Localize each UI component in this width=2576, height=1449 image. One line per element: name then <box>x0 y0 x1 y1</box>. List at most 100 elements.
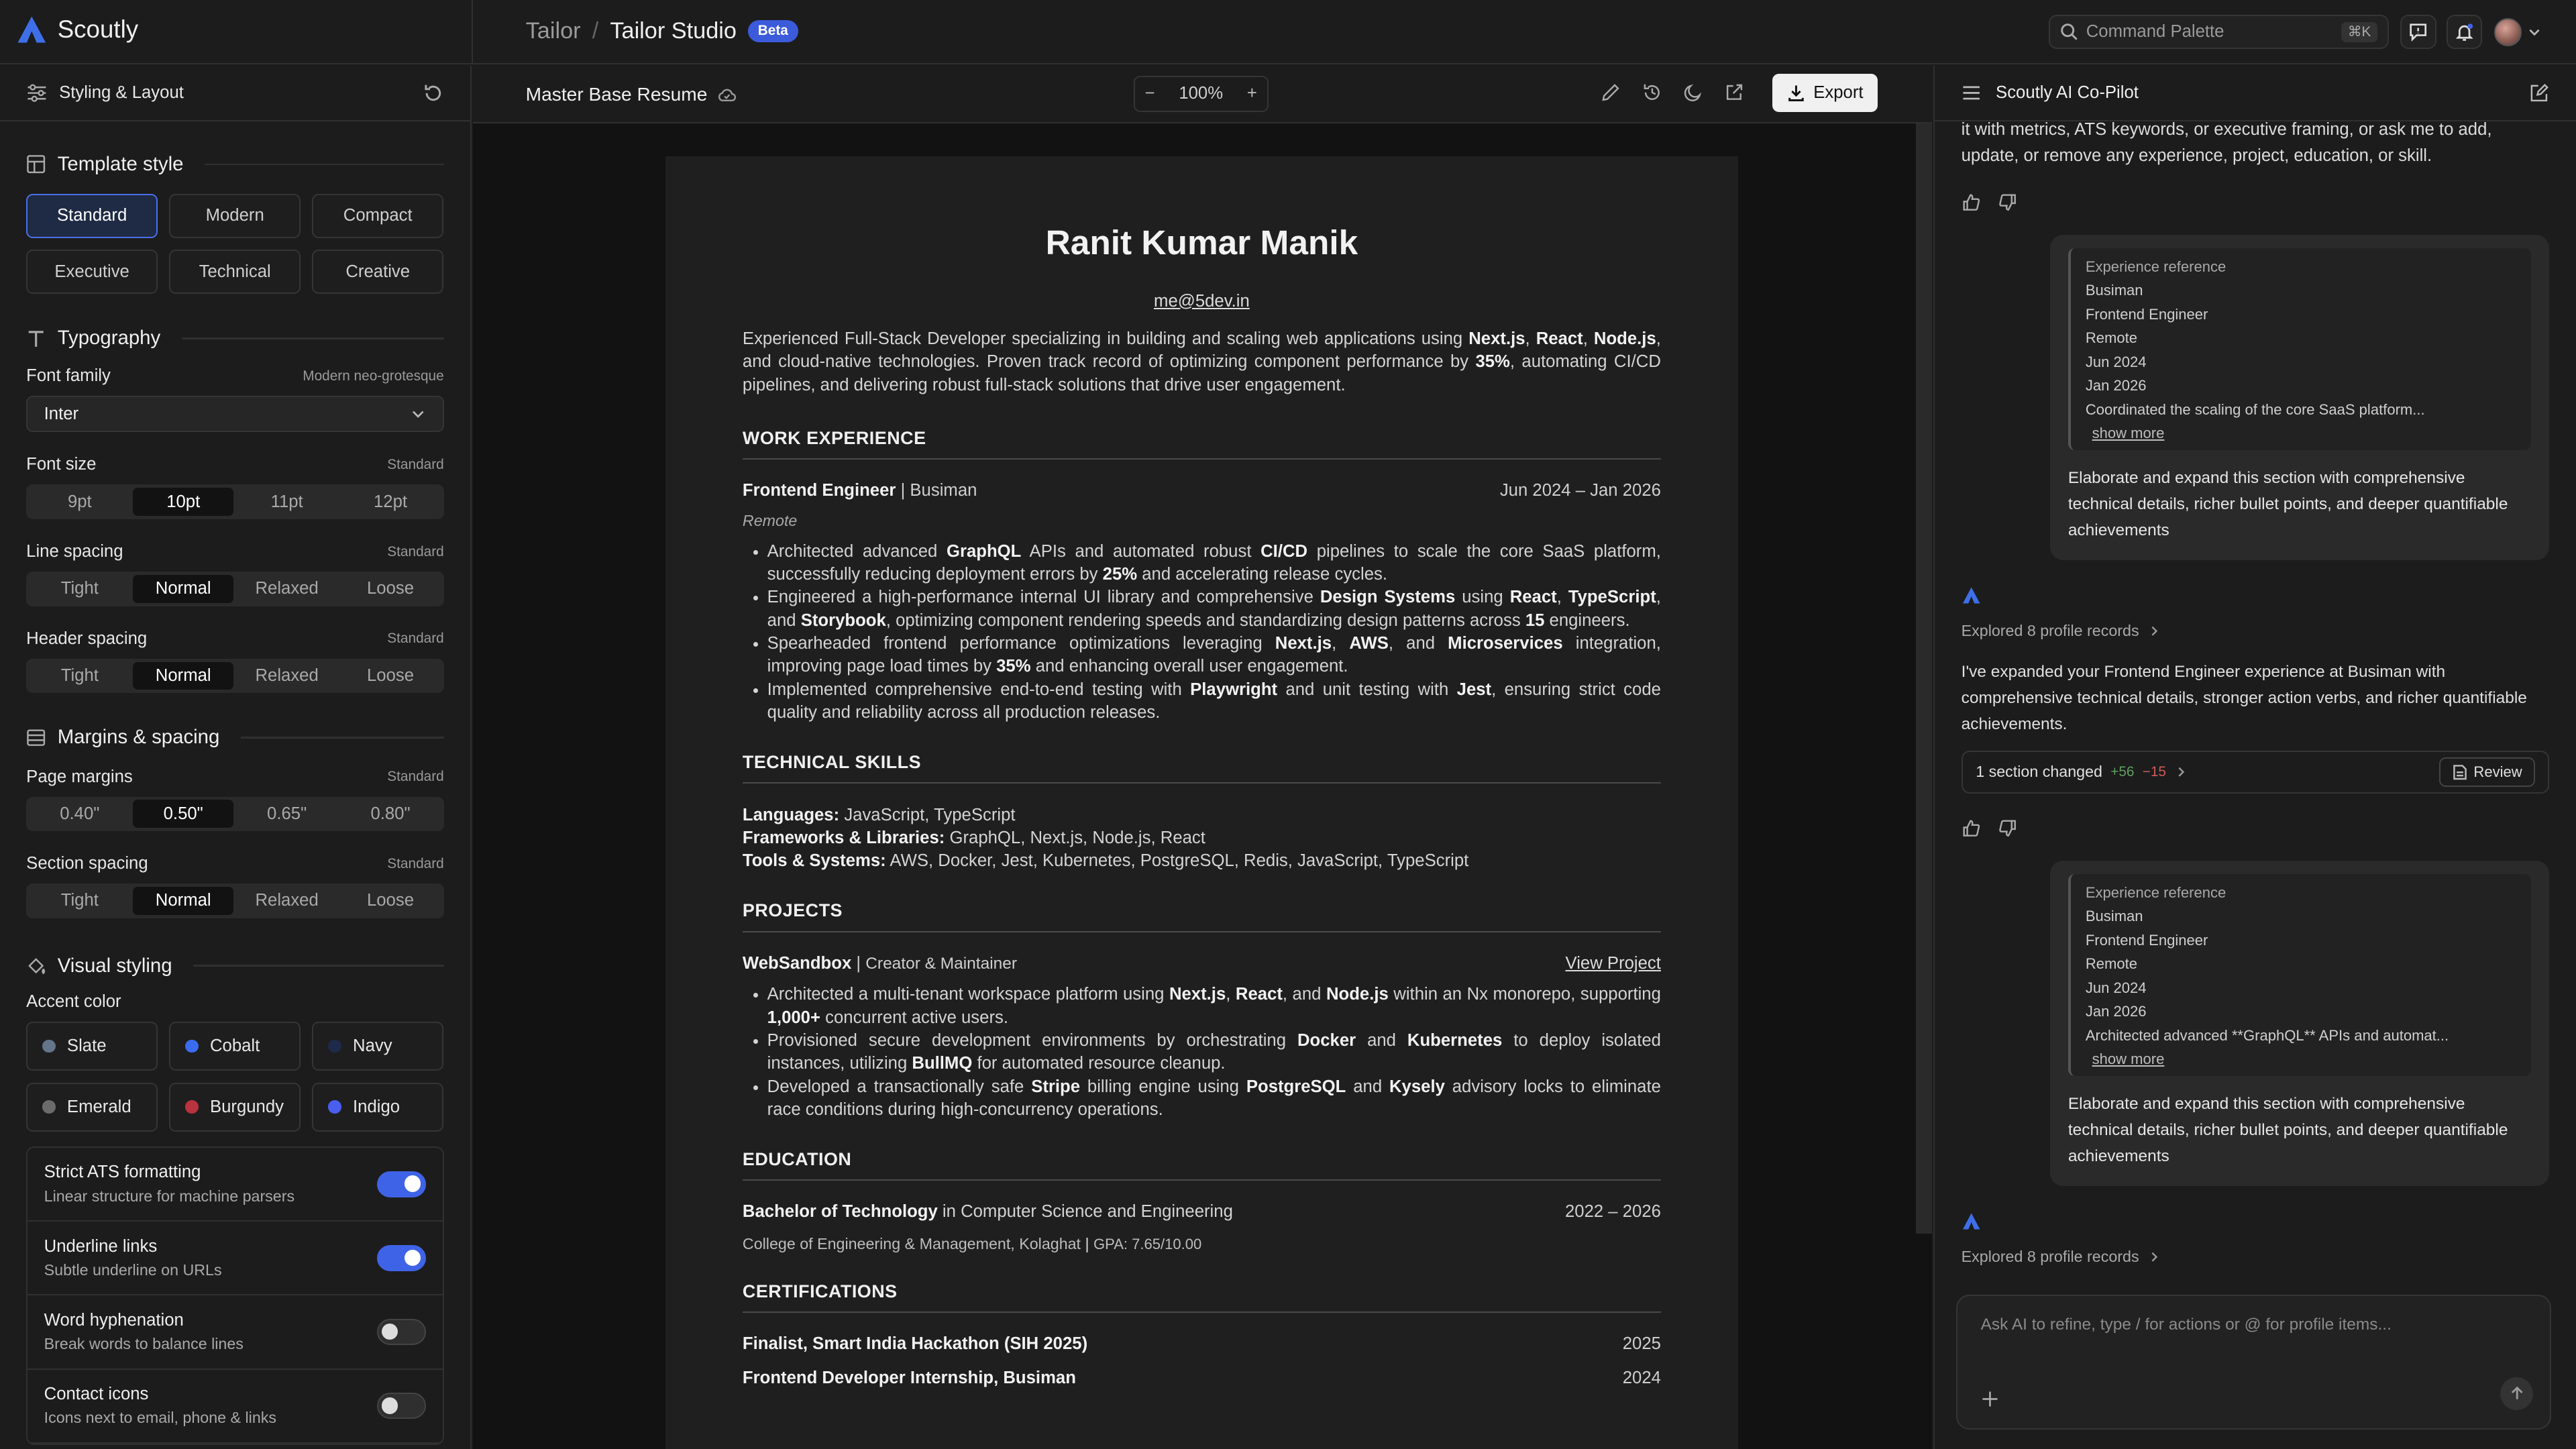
skill-label: Frameworks & Libraries: <box>742 828 945 848</box>
chevron-right-icon <box>2174 765 2188 779</box>
section-skills: TECHNICAL SKILLS <box>742 752 1661 784</box>
segment-option[interactable]: 10pt <box>133 488 233 516</box>
chat-input[interactable]: Ask AI to refine, type / for actions or … <box>1956 1294 2551 1430</box>
send-button[interactable] <box>2500 1377 2534 1410</box>
bullet-item: Engineered a high-performance internal U… <box>767 586 1661 632</box>
template-option-technical[interactable]: Technical <box>169 250 301 294</box>
job-role: Frontend Engineer <box>742 481 896 500</box>
edu-degree: Bachelor of Technology <box>742 1202 938 1222</box>
thumbs-up-icon[interactable] <box>1962 193 1981 212</box>
job-bullets: Architected advanced GraphQL APIs and au… <box>743 540 1661 724</box>
view-project-link[interactable]: View Project <box>1566 954 1661 973</box>
section-certifications: CERTIFICATIONS <box>742 1281 1661 1313</box>
document-title[interactable]: Master Base Resume <box>526 84 708 105</box>
template-option-executive[interactable]: Executive <box>26 250 158 294</box>
review-button[interactable]: Review <box>2439 757 2535 787</box>
font-family-select[interactable]: Inter <box>26 396 444 432</box>
resume-email[interactable]: me@5dev.in <box>743 292 1661 311</box>
plus-icon[interactable] <box>1981 1390 1999 1408</box>
notifications-button[interactable] <box>2446 15 2483 50</box>
segment-option[interactable]: Tight <box>30 662 130 690</box>
toggle-title: Contact icons <box>44 1385 149 1404</box>
segment-option[interactable]: 12pt <box>340 488 441 516</box>
reference-line: Remote <box>2085 329 2137 347</box>
segment-option[interactable]: Normal <box>133 661 233 690</box>
line-spacing-segmented: Tight Normal Relaxed Loose <box>26 572 444 606</box>
segment-option[interactable]: Loose <box>340 887 441 915</box>
zoom-out-button[interactable]: − <box>1144 84 1155 103</box>
export-button[interactable]: Export <box>1772 74 1878 112</box>
segment-option[interactable]: 0.80" <box>340 800 441 828</box>
account-menu[interactable] <box>2493 15 2560 49</box>
breadcrumb-parent[interactable]: Tailor <box>526 18 581 44</box>
user-message: Experience reference Busiman Frontend Eng… <box>2049 235 2550 561</box>
external-link-icon[interactable] <box>1723 82 1745 103</box>
accent-burgundy[interactable]: Burgundy <box>169 1082 301 1132</box>
history-icon[interactable] <box>1642 82 1663 103</box>
command-palette-button[interactable]: Command Palette ⌘K <box>2048 15 2389 50</box>
job-dates: Jun 2024 – Jan 2026 <box>1499 481 1661 500</box>
chevron-down-icon <box>2527 25 2542 40</box>
skills-list: Languages: JavaScript, TypeScript Framewo… <box>743 804 1661 873</box>
toggle-switch[interactable] <box>376 1318 427 1346</box>
template-option-modern[interactable]: Modern <box>169 193 301 239</box>
segment-option[interactable]: Loose <box>340 575 441 603</box>
template-option-standard[interactable]: Standard <box>26 193 158 239</box>
cert-year: 2024 <box>1622 1368 1661 1388</box>
reset-icon[interactable] <box>423 83 444 104</box>
segment-option[interactable]: Tight <box>30 575 130 603</box>
changes-summary[interactable]: 1 section changed +56 −15 Review <box>1961 751 2550 794</box>
segment-option[interactable]: Relaxed <box>237 575 337 603</box>
toggle-switch[interactable] <box>376 1393 427 1419</box>
explored-records[interactable]: Explored 8 profile records <box>1962 618 2550 644</box>
segment-option[interactable]: 0.65" <box>237 800 337 828</box>
job-location: Remote <box>742 512 798 530</box>
resume-page: Ranit Kumar Manik me@5dev.in Experienced… <box>665 156 1739 1449</box>
chat-input-placeholder: Ask AI to refine, type / for actions or … <box>1980 1316 2392 1334</box>
brand[interactable]: Scoutly <box>16 15 138 44</box>
pencil-icon[interactable] <box>1600 82 1621 103</box>
segment-option[interactable]: Normal <box>133 887 233 915</box>
user-message-text: Elaborate and expand this section with c… <box>2068 1095 2508 1166</box>
cert-year: 2025 <box>1622 1334 1661 1354</box>
segment-option[interactable]: Normal <box>133 574 233 603</box>
new-chat-icon[interactable] <box>2528 83 2550 104</box>
segment-option[interactable]: 0.40" <box>30 800 130 828</box>
feedback-button[interactable] <box>2400 15 2436 50</box>
skill-label: Languages: <box>742 805 840 824</box>
thumbs-up-icon[interactable] <box>1962 818 1981 838</box>
preview-scrollbar[interactable] <box>1915 123 1932 1234</box>
template-option-creative[interactable]: Creative <box>312 250 444 294</box>
project-name: WebSandbox <box>742 953 852 973</box>
toggle-title: Underline links <box>44 1236 158 1256</box>
accent-indigo[interactable]: Indigo <box>312 1082 444 1132</box>
thumbs-down-icon[interactable] <box>1998 818 2017 838</box>
segment-option[interactable]: Relaxed <box>237 662 337 690</box>
skill-row: Tools & Systems: AWS, Docker, Jest, Kube… <box>743 849 1661 872</box>
zoom-in-button[interactable]: + <box>1247 84 1257 103</box>
copilot-title: Scoutly AI Co-Pilot <box>1996 83 2139 103</box>
accent-cobalt[interactable]: Cobalt <box>169 1021 301 1071</box>
cert-name: Finalist, Smart India Hackathon (SIH 202… <box>742 1334 1088 1354</box>
toggle-description: Break words to balance lines <box>44 1335 244 1353</box>
segment-option[interactable]: 0.50" <box>133 800 233 828</box>
accent-slate[interactable]: Slate <box>26 1021 158 1071</box>
visual-styling-heading: Visual styling <box>26 949 444 982</box>
segment-option[interactable]: Loose <box>340 662 441 690</box>
moon-icon[interactable] <box>1682 82 1704 103</box>
segment-option[interactable]: Relaxed <box>237 887 337 915</box>
accent-navy[interactable]: Navy <box>312 1021 444 1071</box>
menu-icon[interactable] <box>1962 84 1981 102</box>
segment-option[interactable]: 9pt <box>30 488 130 516</box>
reference-line: Coordinated the scaling of the core SaaS… <box>2085 400 2425 418</box>
toggle-switch[interactable] <box>376 1171 427 1197</box>
segment-option[interactable]: 11pt <box>237 488 337 516</box>
explored-records[interactable]: Explored 8 profile records <box>1962 1244 2550 1270</box>
show-more-link[interactable]: show more <box>2092 425 2165 441</box>
segment-option[interactable]: Tight <box>30 887 130 915</box>
show-more-link[interactable]: show more <box>2092 1051 2165 1067</box>
thumbs-down-icon[interactable] <box>1998 193 2017 212</box>
accent-emerald[interactable]: Emerald <box>26 1082 158 1132</box>
template-option-compact[interactable]: Compact <box>312 193 444 239</box>
toggle-switch[interactable] <box>376 1244 427 1271</box>
